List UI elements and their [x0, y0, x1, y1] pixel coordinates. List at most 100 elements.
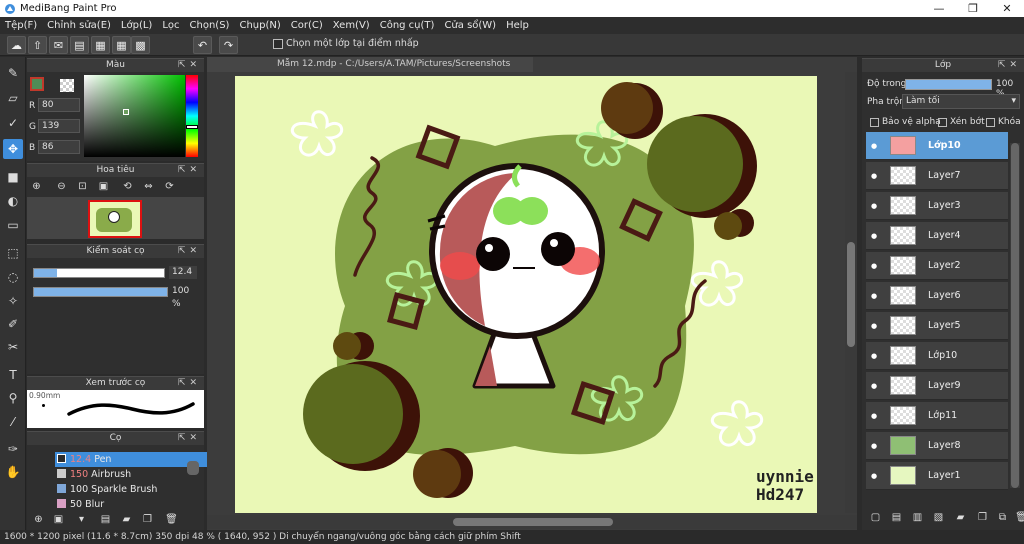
move-tool-icon[interactable]: ✥ — [3, 139, 23, 159]
menu-edit[interactable]: Chỉnh sửa(E) — [42, 20, 116, 31]
actual-size-icon[interactable]: ▣ — [96, 180, 111, 194]
visibility-icon[interactable]: ● — [866, 412, 882, 420]
visibility-icon[interactable]: ● — [866, 352, 882, 360]
protect-alpha-checkbox[interactable] — [870, 118, 879, 127]
menu-select[interactable]: Chọn(S) — [185, 20, 235, 31]
gradient-tool-icon[interactable]: ▭ — [3, 215, 23, 235]
select-eraser-tool-icon[interactable]: ✂ — [3, 337, 23, 357]
menu-file[interactable]: Tệp(F) — [0, 20, 42, 31]
select-pen-tool-icon[interactable]: ✐ — [3, 314, 23, 334]
brush-tool-icon[interactable]: ✎ — [3, 63, 23, 83]
brush-folder-icon[interactable]: ▰ — [119, 513, 134, 527]
layer-opacity-slider[interactable] — [905, 79, 992, 90]
menu-filter[interactable]: Lọc — [157, 20, 184, 31]
tiles-icon[interactable]: ▩ — [131, 36, 150, 54]
fill-rect-tool-icon[interactable]: ■ — [3, 167, 23, 187]
page-icon[interactable]: ▤ — [70, 36, 89, 54]
b-value-input[interactable]: 86 — [38, 140, 80, 154]
hue-marker[interactable] — [186, 125, 198, 129]
layer-row[interactable]: ● Lớp11 — [866, 402, 1008, 430]
layer-row[interactable]: ● Lớp10 — [866, 342, 1008, 370]
rotate-right-icon[interactable]: ⟳ — [162, 180, 177, 194]
lock-checkbox[interactable] — [986, 118, 995, 127]
layer-row[interactable]: ● Layer2 — [866, 252, 1008, 280]
visibility-icon[interactable]: ● — [866, 142, 882, 150]
select-layer-checkbox[interactable] — [273, 39, 283, 49]
visibility-icon[interactable]: ● — [866, 442, 882, 450]
layer-row[interactable]: ● Layer9 — [866, 372, 1008, 400]
minimize-button[interactable]: — — [922, 0, 956, 17]
menu-snap[interactable]: Chụp(N) — [234, 20, 285, 31]
layer-row[interactable]: ● Layer7 — [866, 162, 1008, 190]
brush-menu-icon[interactable]: ▾ — [74, 513, 89, 527]
navigator-thumbnail[interactable] — [88, 200, 142, 238]
layer-row[interactable]: ● Lớp10 — [866, 132, 1008, 160]
layer-row[interactable]: ● Layer6 — [866, 282, 1008, 310]
brush-settings-icon[interactable]: ▣ — [51, 513, 66, 527]
zoom-in-icon[interactable]: ⊕ — [29, 180, 44, 194]
hand-tool-icon[interactable]: ✑ — [3, 439, 23, 459]
vertical-scroll-thumb[interactable] — [847, 242, 855, 347]
layer-row[interactable]: ● Layer8 — [866, 432, 1008, 460]
layer-row[interactable]: ● Layer4 — [866, 222, 1008, 250]
new-halftone-layer-icon[interactable]: ▤ — [889, 511, 904, 525]
brush-size-slider[interactable] — [33, 268, 165, 278]
text-tool-icon[interactable]: T — [3, 365, 23, 385]
brush-item-sparkle[interactable]: 100 Sparkle Brush — [55, 482, 213, 497]
magic-wand-tool-icon[interactable]: ✧ — [3, 291, 23, 311]
primary-color-swatch[interactable] — [30, 77, 44, 91]
horizontal-scroll-thumb[interactable] — [453, 518, 613, 526]
eraser-tool-icon[interactable]: ▱ — [3, 88, 23, 108]
upload-icon[interactable]: ⇧ — [28, 36, 47, 54]
duplicate-layer-icon[interactable]: ❐ — [975, 511, 990, 525]
visibility-icon[interactable]: ● — [866, 382, 882, 390]
new-8bit-layer-icon[interactable]: ▥ — [910, 511, 925, 525]
cloud-icon[interactable]: ☁ — [7, 36, 26, 54]
document-tab[interactable]: Mẫm 12.mdp - C:/Users/A.TAM/Pictures/Scr… — [207, 57, 533, 72]
r-value-input[interactable]: 80 — [38, 98, 80, 112]
eyedropper-tool-icon[interactable]: ⁄ — [3, 412, 23, 432]
visibility-icon[interactable]: ● — [866, 202, 882, 210]
select-tool-icon[interactable]: ⬚ — [3, 243, 23, 263]
lasso-tool-icon[interactable]: ◌ — [3, 267, 23, 287]
new-layer-icon[interactable]: ▢ — [868, 511, 883, 525]
bucket-tool-icon[interactable]: ◐ — [3, 191, 23, 211]
menu-color[interactable]: Cor(C) — [286, 20, 328, 31]
visibility-icon[interactable]: ● — [866, 292, 882, 300]
canvas-vertical-scrollbar[interactable] — [845, 72, 857, 513]
maximize-button[interactable]: ❐ — [956, 0, 990, 17]
brush-list-scrollbar[interactable] — [187, 461, 199, 475]
brush-opacity-slider[interactable] — [33, 287, 168, 297]
hand-pan-tool-icon[interactable]: ✋ — [3, 462, 23, 482]
menu-window[interactable]: Cửa sổ(W) — [439, 20, 501, 31]
layer-row[interactable]: ● Layer5 — [866, 312, 1008, 340]
close-button[interactable]: ✕ — [990, 0, 1024, 17]
operation-tool-icon[interactable]: ⚲ — [3, 388, 23, 408]
flip-icon[interactable]: ⇔ — [141, 180, 156, 194]
artwork-canvas[interactable]: uynnie Hd247 — [235, 76, 817, 513]
menu-help[interactable]: Help — [501, 20, 534, 31]
canvas-horizontal-scrollbar[interactable] — [207, 515, 857, 529]
brush-delete-icon[interactable]: 🗑 — [164, 513, 179, 527]
brush-duplicate-icon[interactable]: ❐ — [140, 513, 155, 527]
transparent-color-swatch[interactable] — [60, 79, 74, 92]
fit-window-icon[interactable]: ⊡ — [75, 180, 90, 194]
layer-list-scrollbar[interactable] — [1010, 143, 1020, 488]
menu-view[interactable]: Xem(V) — [328, 20, 375, 31]
rotate-left-icon[interactable]: ⟲ — [120, 180, 135, 194]
layer-folder-icon[interactable]: ▰ — [953, 511, 968, 525]
color-picker-marker[interactable] — [123, 109, 129, 115]
g-value-input[interactable]: 139 — [38, 119, 80, 133]
layer-row[interactable]: ● Layer3 — [866, 192, 1008, 220]
hue-slider[interactable] — [186, 75, 198, 157]
clip-checkbox[interactable] — [938, 118, 947, 127]
menu-tools[interactable]: Công cụ(T) — [375, 20, 440, 31]
brush-item-blur[interactable]: 50 Blur — [55, 497, 213, 512]
layer-row[interactable]: ● Layer1 — [866, 462, 1008, 490]
delete-layer-icon[interactable]: 🗑 — [1014, 511, 1024, 525]
visibility-icon[interactable]: ● — [866, 322, 882, 330]
blend-mode-select[interactable]: Làm tối ▾ — [902, 94, 1020, 109]
color-saturation-field[interactable] — [84, 75, 185, 157]
undo-icon[interactable]: ↶ — [193, 36, 212, 54]
grid-icon[interactable]: ▦ — [112, 36, 131, 54]
